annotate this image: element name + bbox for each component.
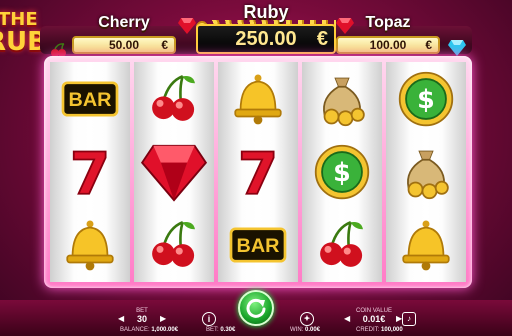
coin-value-decrease-icon[interactable]: ◀: [344, 314, 350, 323]
jackpot-ruby-label: Ruby: [243, 2, 289, 22]
reel-frame: BAR 7 7 BAR $ $: [44, 56, 472, 288]
balance-stat: BALANCE: 1,000.00€: [120, 327, 178, 333]
win-value: 0.00€: [305, 327, 321, 333]
jackpot-cherry-currency: €: [161, 38, 168, 52]
bar-symbol-text: BAR: [69, 89, 112, 111]
money-bag-symbol-icon: [391, 139, 461, 205]
reel-2: [134, 62, 214, 282]
ruby-symbol-icon: [139, 139, 209, 205]
jackpot-ruby-currency: €: [316, 28, 328, 50]
svg-text:$: $: [333, 157, 351, 187]
jackpot-topaz-amount: 100.00: [369, 38, 407, 52]
coin-value-stat: COIN VALUE 0.01€: [352, 308, 396, 324]
bet-total-label: BET:: [206, 327, 219, 333]
bet-lines-stat: BET 30: [128, 308, 156, 324]
credit-stat: CREDIT: 100,000: [356, 327, 403, 333]
bar-symbol-text: BAR: [237, 236, 280, 258]
credit-value: 100,000: [381, 327, 403, 333]
coin-value: 0.01€: [362, 314, 386, 324]
balance-label: BALANCE:: [120, 327, 150, 333]
seven-symbol-icon: 7: [55, 139, 125, 205]
cherry-symbol-icon: [139, 212, 209, 278]
seven-symbol-icon: 7: [223, 139, 293, 205]
svg-text:7: 7: [70, 143, 110, 201]
ruby-gem-icon-left: [178, 18, 196, 34]
reel-5: $: [386, 62, 466, 282]
jackpot-ruby: Ruby 250.00 €: [196, 0, 336, 56]
reel-4: $: [302, 62, 382, 282]
bell-symbol-icon: [223, 66, 293, 132]
reel-1: BAR 7: [50, 62, 130, 282]
bet-total-value: 0.30€: [220, 327, 236, 333]
spin-button[interactable]: [238, 290, 274, 326]
jackpot-cherry-value: 50.00 €: [72, 36, 176, 54]
reel-3: 7 BAR: [218, 62, 298, 282]
bell-symbol-icon: [55, 212, 125, 278]
win-label: WIN:: [290, 327, 304, 333]
bet-value: 30: [136, 314, 147, 324]
balance-value: 1,000.00€: [151, 327, 179, 333]
jackpot-topaz-label: Topaz: [365, 14, 411, 31]
bet-increase-icon[interactable]: ▶: [160, 314, 166, 323]
jackpot-cherry-label: Cherry: [98, 14, 150, 31]
cherry-symbol-icon: [139, 66, 209, 132]
jackpot-ruby-amount: 250.00: [235, 28, 297, 50]
jackpot-topaz-value: 100.00 €: [336, 36, 440, 54]
win-stat: WIN: 0.00€: [290, 327, 320, 333]
svg-text:7: 7: [238, 143, 278, 201]
settings-icon[interactable]: ✦: [300, 312, 314, 326]
jackpot-cherry: Cherry 50.00 €: [72, 0, 176, 56]
topaz-gem-icon: [448, 40, 466, 56]
sound-icon[interactable]: ♪: [402, 312, 416, 326]
bar-symbol-icon: BAR: [223, 212, 293, 278]
reels: BAR 7 7 BAR $ $: [50, 62, 466, 282]
credit-label: CREDIT:: [356, 327, 380, 333]
bet-decrease-icon[interactable]: ◀: [118, 314, 124, 323]
jackpot-topaz: Topaz 100.00 €: [336, 0, 440, 56]
dollar-coin-symbol-icon: $: [307, 139, 377, 205]
info-icon[interactable]: i: [202, 312, 216, 326]
jackpot-topaz-currency: €: [425, 38, 432, 52]
bar-symbol-icon: BAR: [55, 66, 125, 132]
money-bag-symbol-icon: [307, 66, 377, 132]
jackpot-cherry-amount: 50.00: [108, 38, 140, 52]
bet-total-stat: BET: 0.30€: [206, 327, 235, 333]
svg-text:$: $: [417, 84, 435, 114]
cherry-symbol-icon: [307, 212, 377, 278]
dollar-coin-symbol-icon: $: [391, 66, 461, 132]
bell-symbol-icon: [391, 212, 461, 278]
spin-arrow-icon: [246, 298, 266, 318]
jackpot-ruby-value: 250.00 €: [196, 24, 336, 54]
